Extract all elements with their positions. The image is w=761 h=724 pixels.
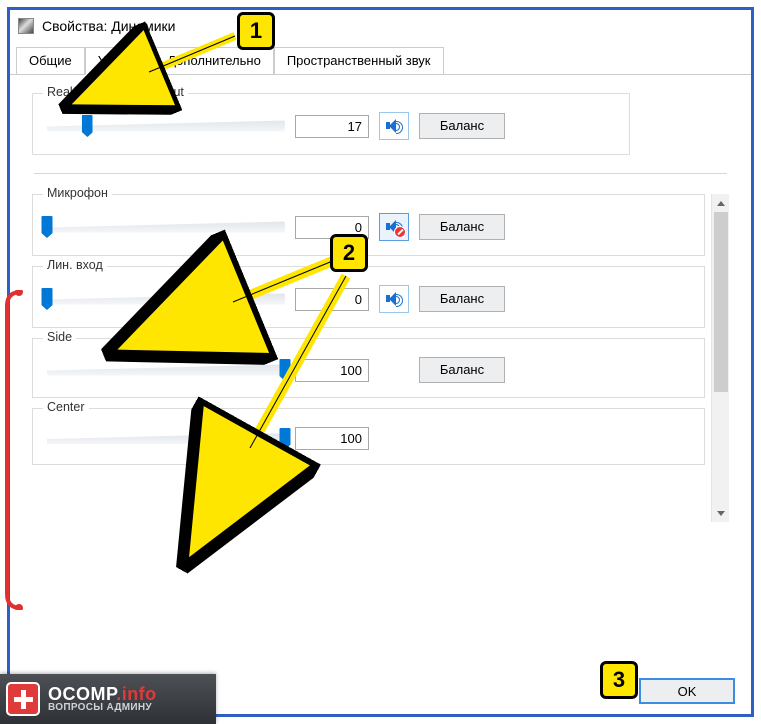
output-row: 17 Баланс xyxy=(47,112,617,140)
input-label-1: Лин. вход xyxy=(43,258,107,272)
scroll-up-button[interactable] xyxy=(712,194,729,212)
chevron-down-icon xyxy=(717,511,725,516)
output-mute-toggle[interactable] xyxy=(379,112,409,140)
watermark-logo: OCOMP.info ВОПРОСЫ АДМИНУ xyxy=(0,674,216,724)
ok-button[interactable]: OK xyxy=(639,678,735,704)
annotation-marker-3: 3 xyxy=(600,661,638,699)
input-slider-0[interactable] xyxy=(47,216,285,238)
chevron-up-icon xyxy=(717,201,725,206)
tab-0[interactable]: Общие xyxy=(16,47,85,75)
input-balance-button-1[interactable]: Баланс xyxy=(419,286,505,312)
input-row-3: 100 xyxy=(47,427,692,450)
plus-icon xyxy=(6,682,40,716)
input-row-0: 0Баланс xyxy=(47,213,692,241)
output-balance-button[interactable]: Баланс xyxy=(419,113,505,139)
tab-strip: ОбщиеУровниДополнительноПространственный… xyxy=(10,46,751,75)
logo-brand: OCOMP.info xyxy=(48,685,157,703)
annotation-marker-1: 1 xyxy=(237,12,275,50)
input-slider-thumb-1[interactable] xyxy=(42,288,53,310)
section-divider xyxy=(34,173,727,174)
input-balance-button-0[interactable]: Баланс xyxy=(419,214,505,240)
output-label: Realtek HD Audio output xyxy=(43,85,188,99)
input-group-1: Лин. вход0Баланс xyxy=(32,266,705,328)
scroll-down-button[interactable] xyxy=(712,504,729,522)
input-label-3: Center xyxy=(43,400,89,414)
annotation-arrow-1 xyxy=(135,26,245,86)
output-value[interactable]: 17 xyxy=(295,115,369,138)
annotation-marker-2: 2 xyxy=(330,234,368,272)
speaker-icon xyxy=(385,291,403,307)
input-group-3: Center100 xyxy=(32,408,705,465)
scrollbar-thumb[interactable] xyxy=(714,212,728,392)
inputs-list: Микрофон0БалансЛин. вход0БалансSide100Ба… xyxy=(32,194,711,522)
output-slider-thumb[interactable] xyxy=(82,115,93,137)
input-balance-button-2[interactable]: Баланс xyxy=(419,357,505,383)
input-label-0: Микрофон xyxy=(43,186,112,200)
input-mute-toggle-0[interactable] xyxy=(379,213,409,241)
input-slider-thumb-0[interactable] xyxy=(42,216,53,238)
input-row-1: 0Баланс xyxy=(47,285,692,313)
scrollbar[interactable] xyxy=(711,194,729,522)
input-group-0: Микрофон0Баланс xyxy=(32,194,705,256)
dialog-footer: OK xyxy=(639,678,735,704)
speaker-icon xyxy=(385,118,403,134)
tab-3[interactable]: Пространственный звук xyxy=(274,47,444,75)
input-group-2: Side100Баланс xyxy=(32,338,705,398)
annotation-arrow-2b xyxy=(230,272,360,462)
annotation-bracket xyxy=(5,290,23,610)
tab-content-levels: Realtek HD Audio output 17 Баланс Микроф… xyxy=(10,74,751,664)
output-slider[interactable] xyxy=(47,115,285,137)
muted-icon xyxy=(394,226,406,238)
properties-window: Свойства: Динамики ОбщиеУровниДополнител… xyxy=(7,7,754,717)
output-group: Realtek HD Audio output 17 Баланс xyxy=(32,93,630,155)
input-mute-toggle-1[interactable] xyxy=(379,285,409,313)
input-row-2: 100Баланс xyxy=(47,357,692,383)
inputs-scroll-panel: Микрофон0БалансЛин. вход0БалансSide100Ба… xyxy=(32,194,729,522)
input-label-2: Side xyxy=(43,330,76,344)
titlebar: Свойства: Динамики xyxy=(10,10,751,42)
logo-tagline: ВОПРОСЫ АДМИНУ xyxy=(48,703,157,713)
speaker-device-icon xyxy=(18,18,34,34)
